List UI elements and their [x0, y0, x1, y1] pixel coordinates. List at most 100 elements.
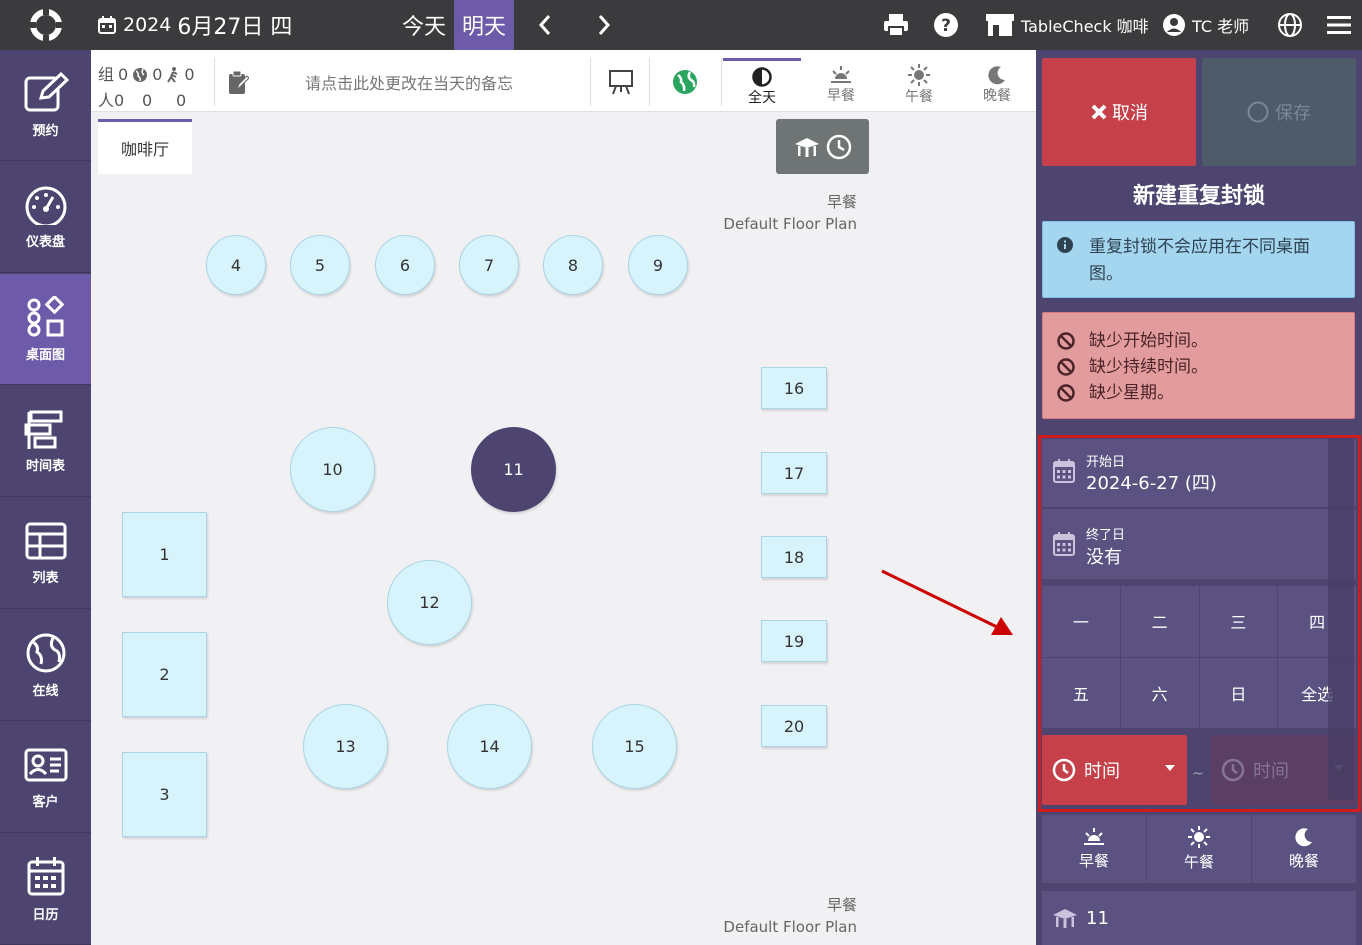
table-11[interactable]: 11: [471, 427, 556, 512]
meal-dinner-button[interactable]: 晚餐: [1252, 815, 1356, 883]
table-9[interactable]: 9: [628, 235, 688, 295]
save-button[interactable]: 保存: [1202, 58, 1356, 166]
hamburger-icon: [1327, 16, 1351, 34]
table-4[interactable]: 4: [206, 235, 266, 295]
end-date-field[interactable]: 终了日 没有: [1042, 509, 1356, 579]
meal-tab-dinner[interactable]: 晚餐: [958, 58, 1036, 112]
sun-icon: [1188, 826, 1210, 848]
meal-tab-breakfast[interactable]: 早餐: [802, 58, 880, 112]
meal-tab-lunch[interactable]: 午餐: [880, 58, 958, 112]
nav-item-calendar[interactable]: 日历: [0, 834, 91, 945]
meal-tab-all-day[interactable]: 全天: [723, 58, 801, 112]
ban-icon: [1057, 358, 1075, 376]
table-14[interactable]: 14: [447, 704, 532, 789]
globe-icon: [133, 68, 148, 82]
table-10[interactable]: 10: [290, 427, 375, 512]
table-3[interactable]: 3: [122, 752, 207, 837]
nav-item-label: 日历: [32, 907, 59, 923]
today-button[interactable]: 今天: [394, 0, 454, 50]
language-button[interactable]: [1276, 0, 1304, 50]
end-date-label: 终了日: [1086, 528, 1126, 543]
floor-tab-cafe[interactable]: 咖啡厅: [98, 119, 192, 174]
table-time-button[interactable]: [776, 119, 869, 174]
meal-label: 全天: [748, 89, 776, 106]
moon-icon: [1295, 828, 1312, 847]
table-17[interactable]: 17: [761, 452, 827, 494]
info-text: 重复封锁不会应用在不同桌面图。: [1089, 237, 1310, 284]
table-icon: [1053, 909, 1077, 928]
nav-item-dashboard[interactable]: 仪表盘: [0, 162, 91, 273]
table-20[interactable]: 20: [761, 705, 827, 747]
memo-field[interactable]: 请点击此处更改在当天的备忘: [214, 58, 591, 106]
print-button[interactable]: [882, 0, 910, 50]
store-selector[interactable]: TableCheck 咖啡: [985, 0, 1149, 50]
next-day-button[interactable]: [584, 0, 624, 50]
start-date-field[interactable]: 开始日 2024-6-27 (四): [1042, 439, 1356, 507]
online-toggle-button[interactable]: [657, 58, 713, 106]
menu-button[interactable]: [1326, 0, 1352, 50]
meal-selector: 早餐 午餐 晚餐: [1042, 815, 1356, 883]
plan-label-bottom: 早餐 Default Floor Plan: [723, 894, 857, 938]
table-8[interactable]: 8: [543, 235, 603, 295]
day-sat-button[interactable]: 六: [1120, 657, 1199, 728]
calendar-icon: [1053, 532, 1075, 556]
annotation-arrow-icon: [881, 569, 1013, 635]
day-sun-button[interactable]: 日: [1199, 657, 1278, 728]
nav-item-reservations[interactable]: 预约: [0, 50, 91, 161]
info-icon: [1057, 237, 1073, 253]
start-time-select[interactable]: 时间: [1042, 735, 1187, 805]
nav-item-online[interactable]: 在线: [0, 610, 91, 721]
block-panel: 取消 保存 新建重复封锁 重复封锁不会应用在不同桌面图。 缺少开始时间。 缺少持…: [1036, 50, 1362, 945]
calendar-icon: [1053, 459, 1075, 483]
timeline-icon: [24, 410, 62, 449]
table-16[interactable]: 16: [761, 367, 827, 409]
globe-icon: [673, 70, 697, 94]
selected-table-row[interactable]: 11: [1042, 891, 1356, 945]
table-2[interactable]: 2: [122, 632, 207, 717]
top-bar: 2024 6月27日 四 今天 明天 ? TableCheck 咖啡 TC 老师: [0, 0, 1362, 50]
meal-breakfast-button[interactable]: 早餐: [1042, 815, 1146, 883]
cancel-button[interactable]: 取消: [1042, 58, 1196, 166]
nav-item-customers[interactable]: 客户: [0, 722, 91, 833]
nav-item-list[interactable]: 列表: [0, 498, 91, 609]
printer-icon: [884, 14, 908, 37]
meal-label: 午餐: [905, 89, 933, 105]
help-button[interactable]: ?: [932, 0, 960, 50]
table-12[interactable]: 12: [387, 560, 472, 645]
user-menu[interactable]: TC 老师: [1162, 0, 1249, 50]
meal-lunch-button[interactable]: 午餐: [1147, 815, 1251, 883]
table-13[interactable]: 13: [303, 704, 388, 789]
left-nav: 预约 仪表盘 桌面图 时间表 列表 在线 客户 日历: [0, 50, 91, 945]
table-19[interactable]: 19: [761, 620, 827, 662]
nav-item-floorplan[interactable]: 桌面图: [0, 274, 91, 385]
prev-day-button[interactable]: [525, 0, 565, 50]
table-5[interactable]: 5: [290, 235, 350, 295]
cancel-label: 取消: [1112, 103, 1148, 124]
table-15[interactable]: 15: [592, 704, 677, 789]
presentation-button[interactable]: [593, 58, 649, 106]
table-icon: [794, 137, 819, 157]
table-18[interactable]: 18: [761, 536, 827, 578]
circle-icon: [1247, 101, 1269, 123]
nav-item-timeline[interactable]: 时间表: [0, 386, 91, 497]
info-alert: 重复封锁不会应用在不同桌面图。: [1042, 221, 1355, 298]
table-1[interactable]: 1: [122, 512, 207, 597]
day-mon-button[interactable]: 一: [1042, 586, 1120, 657]
table-6[interactable]: 6: [375, 235, 435, 295]
half-circle-icon: [752, 66, 772, 87]
divider: [721, 58, 722, 106]
table-7[interactable]: 7: [459, 235, 519, 295]
day-wed-button[interactable]: 三: [1199, 586, 1278, 657]
nav-item-label: 时间表: [25, 458, 65, 474]
logo[interactable]: [0, 0, 91, 50]
panel-scrollbar[interactable]: [1328, 438, 1354, 800]
day-fri-button[interactable]: 五: [1042, 657, 1120, 728]
start-time-label: 时间: [1084, 761, 1120, 782]
error-item: 缺少开始时间。: [1057, 328, 1354, 354]
globe-icon: [1278, 13, 1302, 37]
tomorrow-button[interactable]: 明天: [454, 0, 514, 50]
chevron-right-icon: [598, 15, 611, 35]
date-picker[interactable]: 2024 6月27日 四: [97, 0, 292, 50]
day-tue-button[interactable]: 二: [1120, 586, 1199, 657]
table-icon: [25, 522, 66, 559]
